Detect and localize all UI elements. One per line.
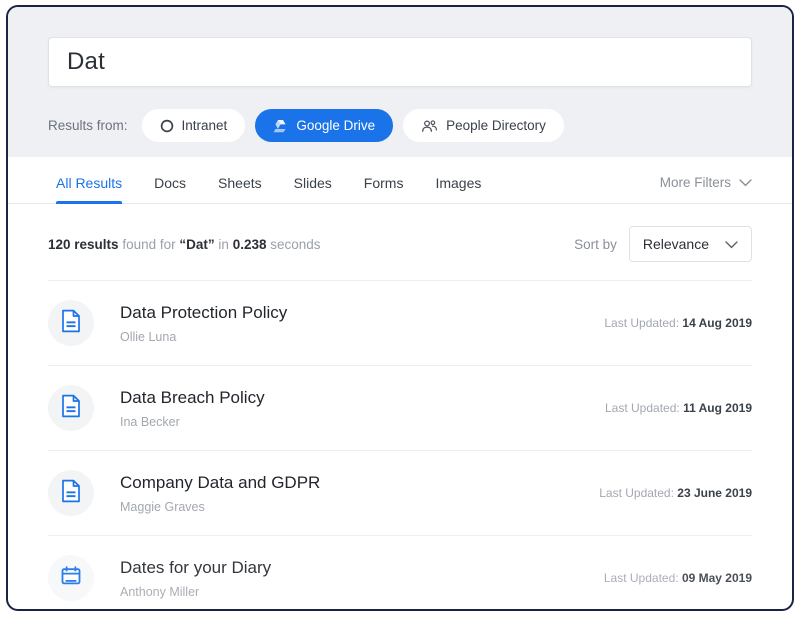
document-icon — [60, 479, 82, 508]
seconds-label: seconds — [270, 237, 320, 252]
last-updated-label: Last Updated: — [604, 316, 679, 330]
last-updated-date: 11 Aug 2019 — [683, 401, 752, 415]
search-box[interactable] — [48, 37, 752, 87]
sort-select-value: Relevance — [643, 236, 709, 252]
result-content: Data Protection Policy Ollie Luna — [120, 302, 588, 344]
results-list: Data Protection Policy Ollie Luna Last U… — [8, 280, 792, 611]
tab-all-results[interactable]: All Results — [48, 176, 138, 203]
avatar — [48, 470, 94, 516]
result-author: Ollie Luna — [120, 330, 588, 344]
results-tabs-bar: All Results Docs Sheets Slides Forms Ima… — [8, 157, 792, 204]
search-input[interactable] — [67, 48, 733, 76]
result-last-updated: Last Updated: 14 Aug 2019 — [588, 316, 752, 330]
avatar — [48, 385, 94, 431]
result-last-updated: Last Updated: 09 May 2019 — [588, 571, 752, 585]
result-title[interactable]: Dates for your Diary — [120, 557, 588, 578]
tab-images[interactable]: Images — [419, 176, 497, 203]
query-term: “Dat” — [179, 237, 214, 252]
search-duration: 0.238 — [233, 237, 267, 252]
result-author: Anthony Miller — [120, 585, 588, 599]
google-drive-icon — [273, 119, 288, 133]
results-summary-row: 120 results found for “Dat” in 0.238 sec… — [8, 204, 792, 262]
source-pill-google-drive[interactable]: Google Drive — [255, 109, 393, 142]
results-from-label: Results from: — [48, 118, 128, 133]
table-row[interactable]: Data Breach Policy Ina Becker Last Updat… — [48, 365, 752, 450]
result-content: Company Data and GDPR Maggie Graves — [120, 472, 583, 514]
chevron-down-icon — [725, 236, 738, 252]
last-updated-label: Last Updated: — [604, 571, 679, 585]
circle-icon — [160, 119, 174, 133]
result-author: Ina Becker — [120, 415, 589, 429]
tab-forms[interactable]: Forms — [348, 176, 420, 203]
result-author: Maggie Graves — [120, 500, 583, 514]
sort-select[interactable]: Relevance — [629, 226, 752, 262]
source-pill-people-directory[interactable]: People Directory — [403, 109, 564, 142]
search-header: Results from: Intranet Google — [8, 7, 792, 157]
results-summary: 120 results found for “Dat” in 0.238 sec… — [48, 237, 321, 252]
tab-slides[interactable]: Slides — [278, 176, 348, 203]
results-tabs: All Results Docs Sheets Slides Forms Ima… — [48, 157, 497, 203]
result-title[interactable]: Data Protection Policy — [120, 302, 588, 323]
people-icon — [421, 119, 438, 133]
result-title[interactable]: Company Data and GDPR — [120, 472, 583, 493]
source-pill-label: Google Drive — [296, 118, 375, 133]
last-updated-label: Last Updated: — [599, 486, 674, 500]
table-row[interactable]: Dates for your Diary Anthony Miller Last… — [48, 535, 752, 611]
result-content: Data Breach Policy Ina Becker — [120, 387, 589, 429]
avatar — [48, 555, 94, 601]
result-title[interactable]: Data Breach Policy — [120, 387, 589, 408]
results-count: 120 results — [48, 237, 119, 252]
tab-sheets[interactable]: Sheets — [202, 176, 278, 203]
last-updated-date: 23 June 2019 — [677, 486, 752, 500]
more-filters-button[interactable]: More Filters — [660, 175, 752, 203]
last-updated-label: Last Updated: — [605, 401, 680, 415]
more-filters-label: More Filters — [660, 175, 731, 190]
source-pill-label: Intranet — [182, 118, 228, 133]
app-window: Results from: Intranet Google — [6, 5, 794, 611]
last-updated-date: 14 Aug 2019 — [682, 316, 752, 330]
sort-by-label: Sort by — [574, 237, 617, 252]
chevron-down-icon — [739, 175, 752, 190]
table-row[interactable]: Data Protection Policy Ollie Luna Last U… — [48, 280, 752, 365]
source-pill-label: People Directory — [446, 118, 546, 133]
tab-docs[interactable]: Docs — [138, 176, 202, 203]
result-last-updated: Last Updated: 11 Aug 2019 — [589, 401, 752, 415]
source-filters: Results from: Intranet Google — [48, 109, 752, 142]
found-for-label: found for — [122, 237, 175, 252]
document-icon — [60, 309, 82, 338]
in-label: in — [218, 237, 229, 252]
sort-control: Sort by Relevance — [574, 226, 752, 262]
result-content: Dates for your Diary Anthony Miller — [120, 557, 588, 599]
document-icon — [60, 394, 82, 423]
result-last-updated: Last Updated: 23 June 2019 — [583, 486, 752, 500]
calendar-icon — [60, 565, 82, 592]
avatar — [48, 300, 94, 346]
source-pill-intranet[interactable]: Intranet — [142, 109, 246, 142]
last-updated-date: 09 May 2019 — [682, 571, 752, 585]
table-row[interactable]: Company Data and GDPR Maggie Graves Last… — [48, 450, 752, 535]
